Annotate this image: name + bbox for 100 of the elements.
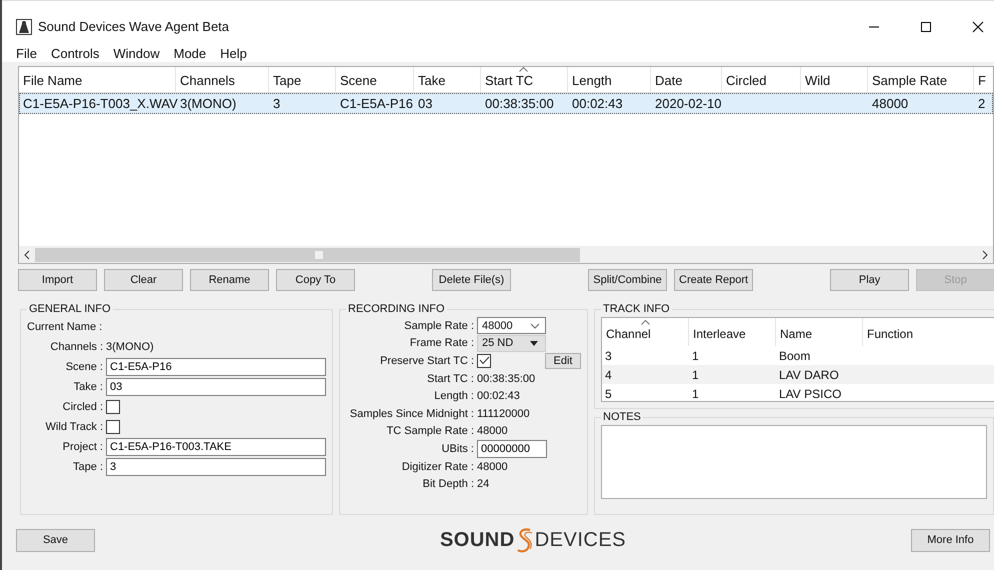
edit-button[interactable]: Edit [545, 352, 581, 369]
field-label: Frame Rate : [408, 337, 474, 350]
field-label: TC Sample Rate : [386, 425, 474, 438]
table-cell-text: LAV DARO [778, 368, 840, 382]
sort-caret-icon [641, 320, 650, 325]
table-cell-text: 1 [691, 386, 700, 400]
checkbox[interactable] [106, 400, 120, 414]
panel-title: RECORDING INFO [347, 303, 446, 315]
input-field[interactable]: C1-E5A-P16 [106, 358, 326, 376]
field-label: Channels : [49, 341, 103, 353]
toolbar-button[interactable]: Import [18, 269, 97, 291]
toolbar-button[interactable]: Clear [104, 269, 183, 291]
sample-rate-combo[interactable]: 48000 [477, 317, 546, 334]
menu-item[interactable]: Window [113, 46, 160, 60]
chevron-down-icon [530, 322, 540, 329]
column-header[interactable]: Tape [269, 67, 336, 92]
table-cell-text: 00:02:43 [571, 96, 624, 111]
menu-item[interactable]: Help [220, 46, 247, 60]
column-header[interactable]: Start TC [481, 67, 568, 92]
field-value: 48000 [477, 425, 508, 438]
maximize-icon[interactable] [920, 20, 932, 32]
table-cell-text: 00:38:35:00 [484, 96, 555, 111]
column-header[interactable]: Name [776, 318, 863, 346]
field-label: Current Name : [27, 321, 103, 333]
column-header[interactable]: Wild [801, 67, 868, 92]
toolbar-button[interactable]: Rename [190, 269, 269, 291]
field-label: Sample Rate : [403, 320, 474, 332]
checkbox[interactable] [477, 354, 491, 368]
field-label: Digitizer Rate : [400, 460, 474, 473]
field-label: Samples Since Midnight : [348, 408, 474, 420]
panel-title: NOTES [602, 411, 642, 423]
close-icon[interactable] [972, 20, 984, 32]
field-label: Project : [62, 441, 103, 453]
column-header[interactable]: Function [863, 318, 994, 346]
table-cell-text: 3 [272, 96, 282, 111]
menu-item[interactable]: Mode [174, 46, 206, 60]
swirl-logo-icon [516, 527, 534, 553]
logo-text: DEVICES [534, 528, 626, 552]
field-label: Tape : [72, 461, 103, 473]
toolbar-button[interactable]: Split/Combine [588, 269, 667, 291]
table-cell-text: 5 [604, 386, 613, 400]
table-cell-text: 1 [691, 348, 700, 362]
checkbox[interactable] [106, 420, 120, 434]
field-label: Circled : [62, 401, 103, 413]
column-header[interactable]: Interleave [689, 318, 776, 346]
field-label: Start TC : [426, 372, 474, 385]
table-cell-text: 2 [977, 96, 986, 111]
field-value: 3(MONO) [106, 341, 154, 353]
panel-title: GENERAL INFO [28, 303, 112, 315]
scroll-right-icon[interactable] [981, 250, 989, 260]
field-label: Preserve Start TC : [379, 354, 474, 367]
table-cell-text: Boom [778, 348, 812, 362]
column-header[interactable]: File Name [19, 67, 176, 92]
table-row[interactable]: C1-E5A-P16-T003_X.WAV 3(MONO) 3 C1-E5A-P16 03 00:38:35:00 00:02:43 2020-02-10 48000 2 [19, 93, 993, 114]
field-value: 00:38:35:00 [477, 372, 536, 385]
column-header[interactable]: Date [651, 67, 722, 92]
table-cell-text: 3(MONO) [179, 96, 238, 111]
field-label: Wild Track : [44, 421, 103, 433]
logo-text: SOUND [440, 528, 515, 552]
field-label: Length : [433, 390, 474, 402]
column-header[interactable]: Circled [722, 67, 801, 92]
field-label: Bit Depth : [422, 478, 474, 490]
frame-rate-dropdown[interactable]: 25 ND [477, 334, 546, 352]
more-info-button[interactable]: More Info [910, 528, 990, 552]
table-cell-text: 1 [691, 368, 700, 382]
table-cell-text: C1-E5A-P16-T003_X.WAV [22, 96, 177, 111]
input-field[interactable]: 00000000 [477, 440, 547, 458]
table-cell-text: LAV PSICO [778, 386, 842, 400]
field-value: 00:02:43 [477, 390, 520, 402]
column-header[interactable]: Channel [602, 318, 689, 346]
save-button[interactable]: Save [16, 528, 95, 552]
sort-caret-icon [519, 67, 528, 72]
toolbar-button[interactable]: Play [830, 269, 910, 291]
column-header[interactable]: Take [414, 67, 481, 92]
table-cell-text: 48000 [871, 96, 910, 111]
notes-field[interactable] [601, 425, 987, 499]
dropdown-arrow-icon [530, 340, 538, 346]
menu-item[interactable]: Controls [50, 46, 100, 60]
column-header[interactable]: Length [568, 67, 651, 92]
scroll-left-icon[interactable] [23, 250, 31, 260]
input-field[interactable]: 3 [106, 458, 326, 476]
field-value: 48000 [477, 460, 508, 473]
scrollbar-thumb[interactable] [35, 248, 580, 262]
field-label: UBits : [440, 442, 474, 455]
field-value: 111120000 [477, 408, 530, 420]
input-field[interactable]: C1-E5A-P16-T003.TAKE [106, 438, 326, 456]
column-header[interactable]: Sample Rate [868, 67, 974, 92]
field-value: 24 [477, 478, 490, 490]
column-header[interactable]: F [974, 67, 993, 92]
table-cell-text: 03 [417, 96, 434, 111]
column-header[interactable]: Channels [176, 67, 269, 92]
column-header[interactable]: Scene [336, 67, 414, 92]
toolbar-button[interactable]: Delete File(s) [432, 269, 511, 291]
app-icon [16, 18, 32, 34]
input-field[interactable]: 03 [106, 378, 326, 396]
menu-item[interactable]: File [16, 46, 37, 60]
toolbar-button[interactable]: Create Report [674, 269, 754, 291]
table-cell-text: C1-E5A-P16 [339, 96, 414, 111]
toolbar-button[interactable]: Copy To [276, 269, 355, 291]
panel-title: TRACK INFO [602, 303, 671, 315]
